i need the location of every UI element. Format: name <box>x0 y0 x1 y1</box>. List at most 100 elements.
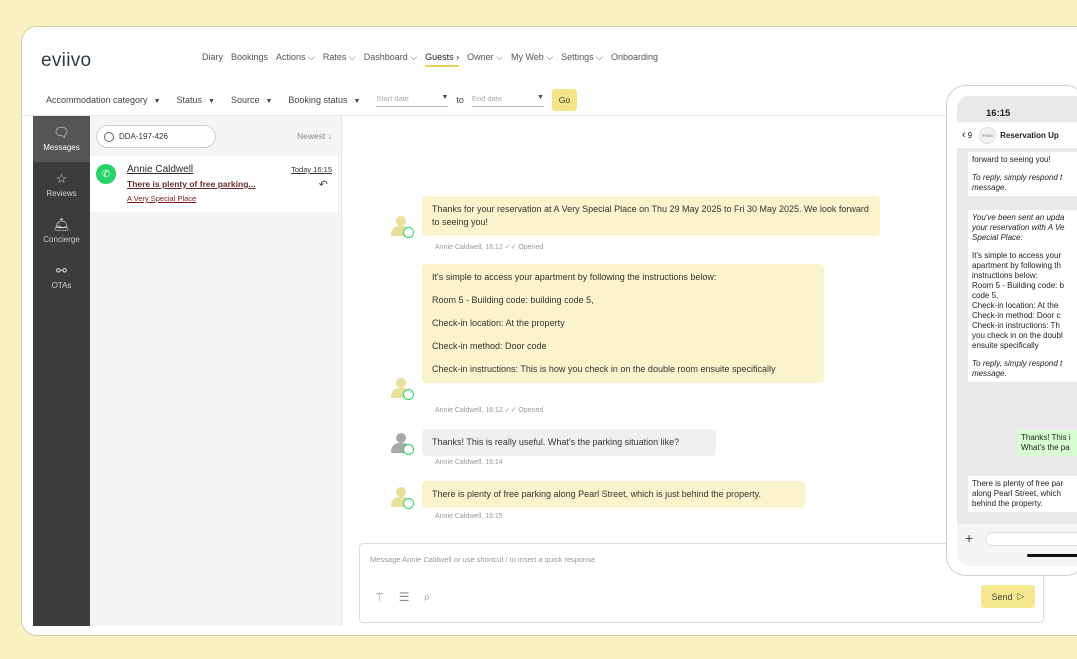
sidebar-item-otas[interactable]: ⚯ OTAs <box>33 254 90 300</box>
start-date-placeholder: Start date <box>376 93 409 103</box>
nav-actions[interactable]: Actions ⌵ <box>276 52 315 67</box>
accommodation-category-filter[interactable]: Accommodation category ▼ <box>46 95 161 105</box>
composer-tools: ⚚ ☰ ⌕ <box>374 590 430 605</box>
message-bubble: There is plenty of free parking along Pe… <box>422 481 805 508</box>
phone-message-field[interactable] <box>985 532 1077 546</box>
phone-message-sent: Thanks! This i What's the pa <box>1017 430 1077 456</box>
unread-count: 9 <box>967 130 973 140</box>
message-text: There is plenty of free parking along Pe… <box>432 489 762 499</box>
message-text: Check-in instructions: This is how you c… <box>432 364 776 374</box>
phone-message-line: you check in on the doubl <box>972 331 1063 340</box>
app-window: eviivo Diary Bookings Actions ⌵ Rates ⌵ … <box>21 26 1077 636</box>
phone-message-line: message. <box>972 369 1007 378</box>
message-composer[interactable]: Message Annie Caldwell or use shortcut /… <box>359 543 1044 623</box>
top-navigation: Diary Bookings Actions ⌵ Rates ⌵ Dashboa… <box>202 52 658 67</box>
message-bubble: It's simple to access your apartment by … <box>422 264 824 383</box>
sidebar-item-concierge[interactable]: 🛎 Concierge <box>33 208 90 254</box>
whatsapp-icon <box>403 389 414 400</box>
source-filter[interactable]: Source ▼ <box>231 95 272 105</box>
phone-message-line: Room 5 - Building code: b <box>972 281 1065 290</box>
nav-settings[interactable]: Settings ⌵ <box>561 52 603 67</box>
caret-down-icon: ▼ <box>536 93 544 101</box>
booking-status-label: Booking status <box>288 95 348 105</box>
accommodation-category-label: Accommodation category <box>46 95 148 105</box>
chat-thread: Thanks for your reservation at A Very Sp… <box>343 116 1043 536</box>
phone-message-line: message. <box>972 183 1007 192</box>
search-icon <box>104 131 114 142</box>
nav-my-web[interactable]: My Web ⌵ <box>511 52 553 67</box>
guest-name[interactable]: Annie Caldwell <box>127 164 193 175</box>
phone-message-line: along Pearl Street, which <box>972 489 1061 498</box>
phone-message: forward to seeing you! To reply, simply … <box>968 152 1077 196</box>
status-label: Status <box>176 95 203 105</box>
phone-message-line: your reservation with A Ve <box>972 223 1065 232</box>
date-range-to-label: to <box>456 95 464 105</box>
message-text: Check-in location: At the property <box>432 318 565 328</box>
message-meta: Annie Caldwell, 16:12 ✓✓ Opened <box>435 244 544 251</box>
phone-message-line: forward to seeing you! <box>972 155 1051 164</box>
message-preview[interactable]: There is plenty of free parking... <box>127 179 255 189</box>
nav-rates[interactable]: Rates ⌵ <box>323 52 356 67</box>
message-text: Thanks! This is really useful. What's th… <box>432 437 680 447</box>
phone-message-line: Check-in instructions: Th <box>972 321 1060 330</box>
paperclip-icon[interactable]: ⌕ <box>424 590 431 605</box>
home-indicator <box>1027 554 1077 557</box>
nav-diary[interactable]: Diary <box>202 52 223 67</box>
phone-message-line: code 5, <box>972 291 999 300</box>
magic-wand-icon[interactable]: ⚚ <box>374 590 385 605</box>
property-link[interactable]: A Very Special Place <box>127 194 196 203</box>
caret-down-icon: ▼ <box>441 93 449 101</box>
phone-message-line: apartment by following th <box>972 261 1061 270</box>
sidebar-item-label: Concierge <box>43 235 80 244</box>
send-icon: ▷ <box>1017 591 1025 601</box>
nav-owner[interactable]: Owner ⌵ <box>467 52 503 67</box>
search-input[interactable]: DDA-197-426 <box>96 125 216 148</box>
message-text: Check-in method: Door code <box>432 341 547 351</box>
plus-icon[interactable]: + <box>965 530 973 546</box>
sort-newest[interactable]: Newest ↓ <box>297 131 332 141</box>
whatsapp-icon: ✆ <box>96 164 116 184</box>
sidebar-item-label: OTAs <box>51 281 72 290</box>
chat-bubble-icon: 🗨 <box>53 125 70 140</box>
reply-icon[interactable]: ↶ <box>319 178 328 191</box>
whatsapp-icon <box>403 498 414 509</box>
message-meta: Annie Caldwell, 16:14 <box>435 459 503 466</box>
nav-bookings[interactable]: Bookings <box>231 52 268 67</box>
go-button[interactable]: Go <box>551 89 577 111</box>
whatsapp-icon <box>403 444 414 455</box>
eviivo-logo[interactable]: eviivo <box>41 50 91 72</box>
message-bubble: Thanks! This is really useful. What's th… <box>422 429 716 456</box>
composer-placeholder: Message Annie Caldwell or use shortcut /… <box>370 555 596 564</box>
sender-avatar <box>391 216 414 238</box>
caret-down-icon: ▼ <box>153 98 161 105</box>
end-date-input[interactable]: End date ▼ <box>471 93 544 107</box>
sidebar-item-label: Reviews <box>46 189 77 198</box>
status-filter[interactable]: Status ▼ <box>177 95 215 105</box>
sidebar-item-messages[interactable]: 🗨 Messages <box>33 116 90 162</box>
whatsapp-icon <box>403 227 414 238</box>
send-label: Send <box>991 591 1013 602</box>
network-icon: ⚯ <box>56 263 67 278</box>
phone-message-line: You've been sent an upda <box>972 213 1065 222</box>
nav-dashboard[interactable]: Dashboard ⌵ <box>364 52 417 67</box>
conversation-item[interactable]: ✆ Annie Caldwell There is plenty of free… <box>90 156 338 212</box>
nav-guests[interactable]: Guests › <box>425 52 460 67</box>
phone-message: There is plenty of free par along Pearl … <box>968 476 1077 512</box>
back-icon[interactable]: ‹ <box>962 129 966 141</box>
template-icon[interactable]: ☰ <box>399 590 410 605</box>
phone-message-line: Special Place: <box>972 233 1023 242</box>
whatsapp-header: ‹ 9 eviivo Reservation Up <box>957 122 1077 148</box>
nav-onboarding[interactable]: Onboarding <box>611 52 658 67</box>
send-button[interactable]: Send ▷ <box>981 585 1035 608</box>
message-meta: Annie Caldwell, 16:12 ✓✓ Opened <box>435 407 544 414</box>
phone-message-line: behind the property. <box>972 499 1043 508</box>
star-icon: ☆ <box>55 171 68 186</box>
sidebar-item-label: Messages <box>43 143 80 152</box>
sidebar-item-reviews[interactable]: ☆ Reviews <box>33 162 90 208</box>
message-text: Room 5 - Building code: building code 5, <box>432 295 594 305</box>
filter-bar: Accommodation category ▼ Status ▼ Source ▼ … <box>46 89 577 111</box>
conversation-list: DDA-197-426 Newest ↓ ✆ Annie Caldwell Th… <box>90 116 342 626</box>
booking-status-filter[interactable]: Booking status ▼ <box>288 95 360 105</box>
start-date-input[interactable]: Start date ▼ <box>376 93 449 107</box>
sender-avatar <box>391 378 414 400</box>
